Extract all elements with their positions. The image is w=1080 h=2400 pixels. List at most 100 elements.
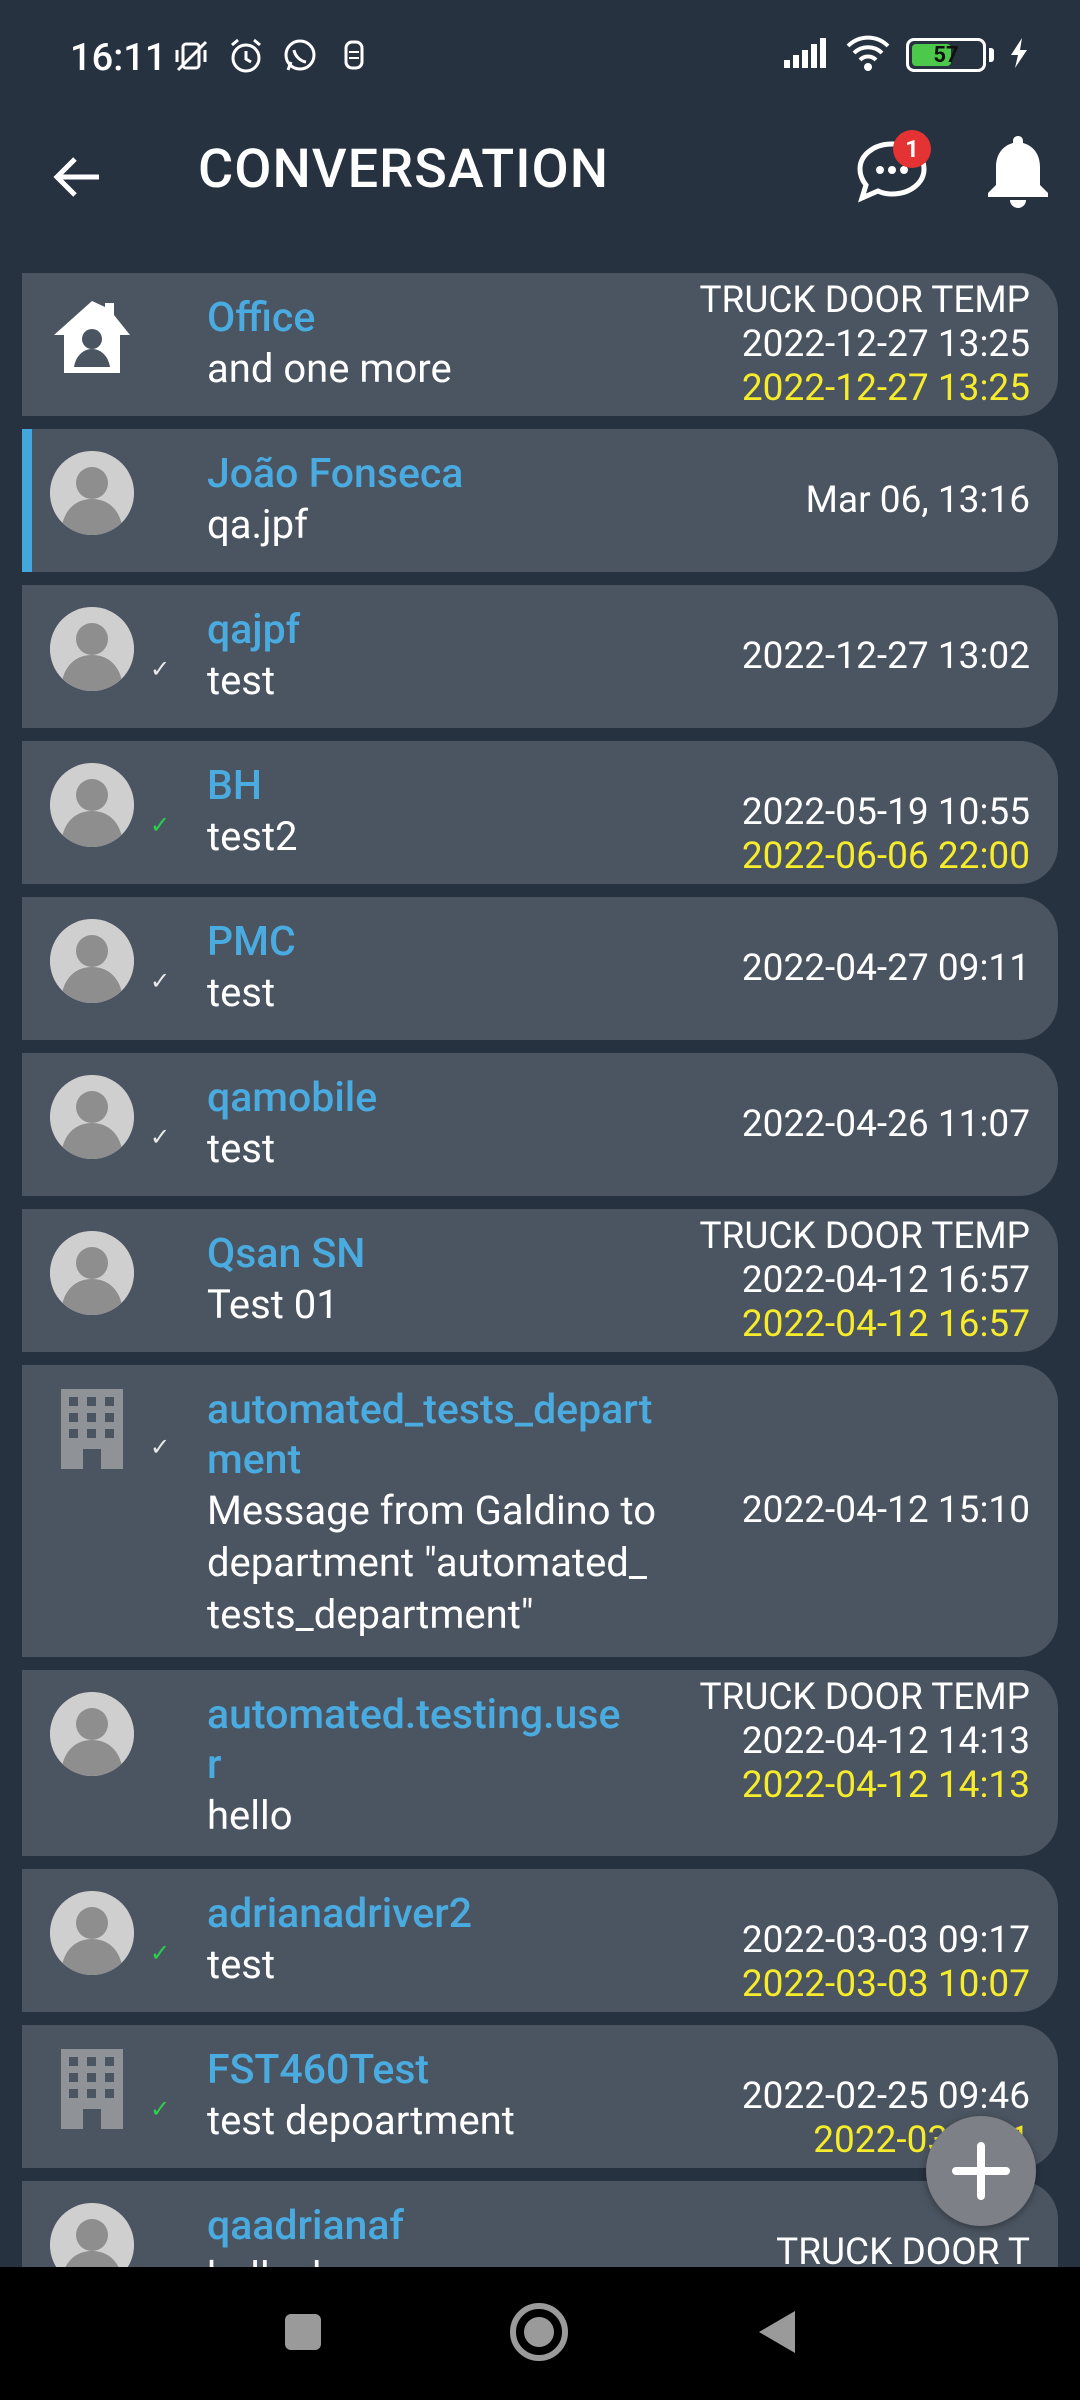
read-check-icon: ✓: [150, 2095, 171, 2123]
contact-name-line: qamobile: [207, 1074, 378, 1122]
last-message-line: Test 01: [207, 1281, 339, 1328]
conversation-row[interactable]: João Fonseca qa.jpf Mar 06, 13:16: [22, 429, 1058, 572]
avatar: [50, 607, 134, 691]
conversation-meta: TRUCK DOOR TEMP 2022-12-27 13:25 2022-12-2…: [699, 279, 1030, 411]
conversation-row[interactable]: ✓ adrianadriver2 test 2022-03-03 09:17 2022-…: [22, 1869, 1058, 2012]
avatar: [50, 1075, 134, 1159]
wifi-icon: [844, 34, 892, 76]
plus-icon: [952, 2142, 1010, 2200]
sent-date: 2022-12-27 13:25: [741, 323, 1030, 366]
contact-name: João Fonseca: [207, 449, 463, 499]
conversation-row[interactable]: ✓ qamobile test 2022-04-26 11:07: [22, 1053, 1058, 1196]
sent-date: 2022-04-12 16:57: [741, 1259, 1030, 1302]
last-message: test: [207, 1123, 275, 1175]
whatsapp-icon: [280, 36, 320, 76]
back-nav-button[interactable]: [742, 2297, 812, 2367]
sent-date: 2022-03-03 09:17: [741, 1918, 1030, 1962]
avatar: [50, 2203, 134, 2267]
charging-icon: [1008, 36, 1030, 74]
sent-date: 2022-04-12 14:13: [741, 1720, 1030, 1763]
contact-name: automated.testing.use r: [207, 1690, 620, 1790]
avatar: [50, 451, 134, 535]
signal-icon: [782, 36, 830, 74]
highlight-date: 2022-04-12 14:13: [741, 1764, 1030, 1807]
conversation-row[interactable]: ✓ FST460Test test depoartment 2022-02-25 09…: [22, 2025, 1058, 2168]
contact-name-line: Office: [207, 294, 316, 342]
contact-name-line: FST460Test: [207, 2046, 430, 2094]
conversation-list[interactable]: Office and one more TRUCK DOOR TEMP 2022-12…: [22, 273, 1058, 2267]
status-icons-left: [172, 36, 374, 76]
conversation-row[interactable]: Qsan SN Test 01 TRUCK DOOR TEMP 2022-04-12 …: [22, 1209, 1058, 1352]
sent-date: Mar 06, 13:16: [805, 478, 1030, 522]
avatar: [50, 1891, 134, 1975]
new-conversation-button[interactable]: [926, 2116, 1036, 2226]
last-message-line: qa.jpf: [207, 501, 308, 548]
vehicle-tag: TRUCK DOOR TEMP: [699, 1215, 1030, 1258]
last-message-line: Message from Galdino to: [207, 1487, 657, 1534]
highlight-date: 2022-03-03 10:07: [741, 1962, 1030, 2006]
contact-name: qamobile: [207, 1073, 377, 1123]
sent-date: 2022-04-12 15:10: [741, 1489, 1030, 1532]
last-message: hello :b: [207, 2251, 335, 2267]
contact-name: Office: [207, 293, 315, 343]
contact-name-line: PMC: [207, 918, 296, 966]
last-message: test: [207, 967, 275, 1019]
house-icon: [50, 295, 134, 379]
avatar: [50, 763, 134, 847]
conversation-meta: 2022-04-26 11:07: [742, 1103, 1030, 1147]
sent-check-icon: ✓: [150, 655, 171, 683]
last-message-line: department "automated_: [207, 1539, 647, 1586]
recents-button[interactable]: [268, 2297, 338, 2367]
conversation-meta: TRUCK DOOR T2022-02-21 16:44: [742, 2231, 1030, 2268]
conversation-row[interactable]: automated.testing.use r hello TRUCK DOOR TE…: [22, 1670, 1058, 1856]
battery-tip: [989, 48, 994, 62]
last-message-line: test depoartment: [207, 2097, 515, 2144]
contact-name-line: automated.testing.use: [207, 1691, 621, 1739]
highlight-date: 2022-04-12 16:57: [741, 1303, 1030, 1346]
status-time: 16:11: [70, 36, 167, 80]
last-message: test: [207, 1939, 275, 1991]
contact-name-line: qaadrianaf: [207, 2202, 404, 2250]
contact-name: FST460Test: [207, 2045, 429, 2095]
last-message: qa.jpf: [207, 499, 308, 551]
conversation-row[interactable]: ✓ BH test2 2022-05-19 10:55 2022-06-06 22:00: [22, 741, 1058, 884]
conversation-row[interactable]: qaadrianafhello :b TRUCK DOOR T2022-02-21…: [22, 2181, 1058, 2267]
contact-name-line: BH: [207, 762, 262, 810]
conversation-meta: TRUCK DOOR TEMP 2022-04-12 14:13 2022-04-1…: [699, 1676, 1030, 1808]
last-message: Test 01: [207, 1279, 339, 1331]
contact-name: BH: [207, 761, 262, 811]
last-message: test2: [207, 811, 298, 863]
battery-level: 57: [933, 42, 959, 68]
contact-name: automated_tests_depart ment: [207, 1385, 652, 1485]
conversation-meta: TRUCK DOOR TEMP 2022-04-12 16:57 2022-04-1…: [699, 1215, 1030, 1347]
conversation-row[interactable]: ✓ qajpf test 2022-12-27 13:02: [22, 585, 1058, 728]
conversation-meta: 2022-04-27 09:11: [742, 947, 1030, 991]
building-icon: [50, 1387, 134, 1471]
home-button[interactable]: [504, 2297, 574, 2367]
contact-name: Qsan SN: [207, 1229, 365, 1279]
sent-check-icon: ✓: [150, 1433, 171, 1461]
last-message-line: hello :b: [207, 2251, 335, 2267]
conversation-meta: 2022-04-12 15:10: [742, 1489, 1030, 1533]
highlight-date: 2022-06-06 22:00: [741, 834, 1030, 878]
contact-name-line: r: [207, 1741, 222, 1789]
conversation-row[interactable]: ✓ PMC test 2022-04-27 09:11: [22, 897, 1058, 1040]
contact-name: adrianadriver2: [207, 1889, 472, 1939]
contact-name-line: automated_tests_depart: [207, 1386, 653, 1434]
highlight-date: 2022-12-27 13:25: [741, 367, 1030, 410]
conversation-row[interactable]: Office and one more TRUCK DOOR TEMP 2022-12…: [22, 273, 1058, 416]
last-message: test depoartment: [207, 2095, 515, 2147]
arrow-left-icon: [53, 157, 99, 197]
notifications-button[interactable]: [980, 130, 1056, 214]
home-circle-icon: [510, 2303, 568, 2361]
sent-check-icon: ✓: [150, 1123, 171, 1151]
read-check-icon: ✓: [150, 1939, 171, 1967]
app-notification-icon: [334, 36, 374, 76]
contact-name-line: adrianadriver2: [207, 1890, 473, 1938]
back-button[interactable]: [42, 142, 112, 212]
unread-chat-badge: 1: [893, 130, 931, 168]
last-message: Message from Galdino to department "autom…: [207, 1485, 656, 1641]
conversation-row[interactable]: ✓ automated_tests_depart ment Message from …: [22, 1365, 1058, 1657]
sent-date: 2022-05-19 10:55: [741, 790, 1030, 834]
last-message-line: test: [207, 1125, 276, 1172]
